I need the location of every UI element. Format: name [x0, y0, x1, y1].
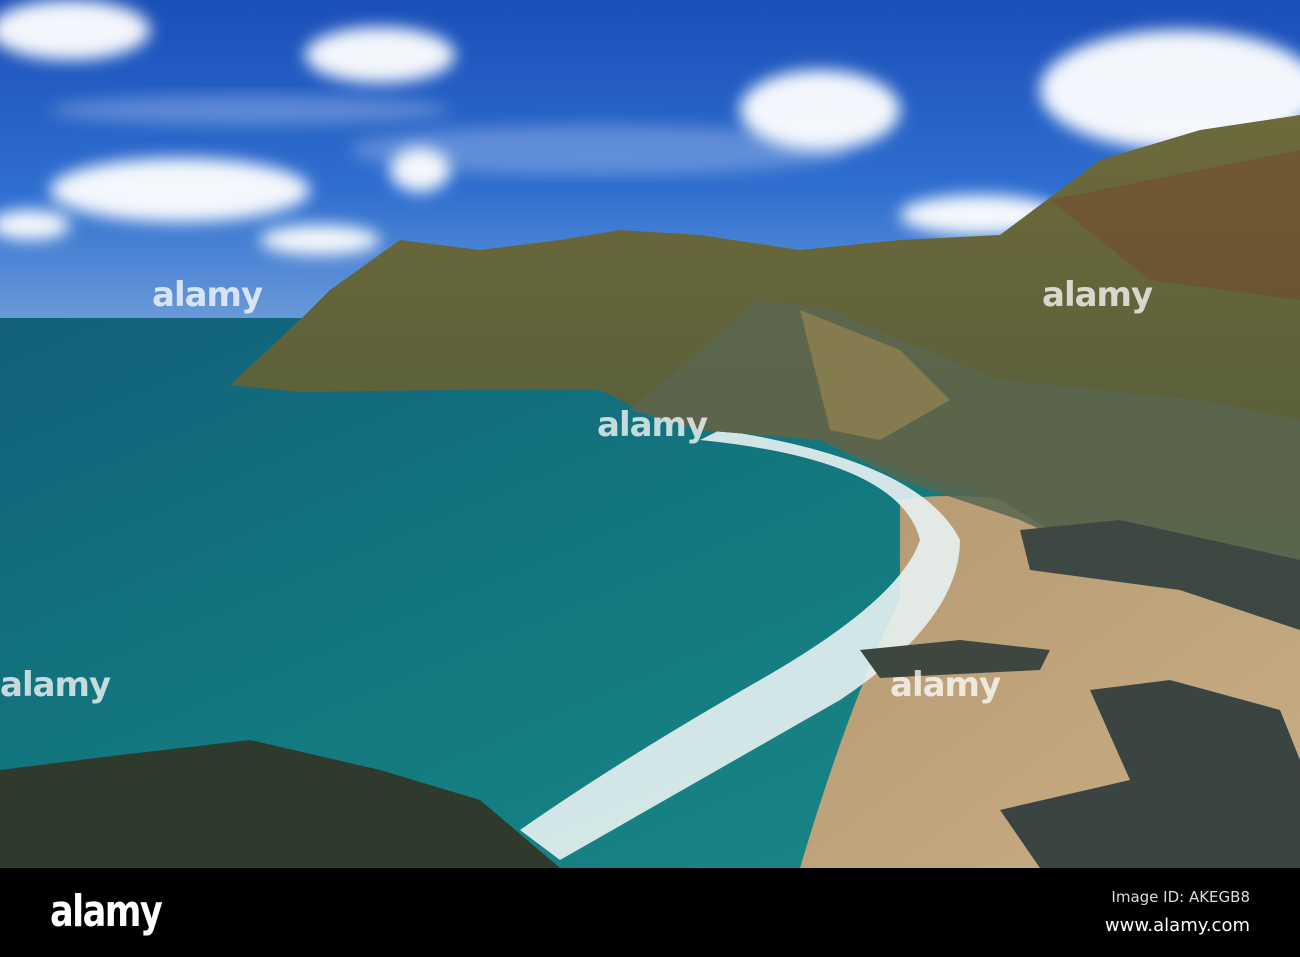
watermark: alamy	[597, 405, 708, 445]
stock-photo-page: alamy alamy alamy alamy alamy alamy Imag…	[0, 0, 1300, 957]
watermark: alamy	[890, 665, 1001, 705]
image-id: Image ID: AKEGB8	[1111, 888, 1250, 906]
site-url[interactable]: www.alamy.com	[1105, 915, 1250, 936]
watermark: alamy	[1042, 275, 1153, 315]
watermark: alamy	[152, 275, 263, 315]
footer-bar: alamy Image ID: AKEGB8 www.alamy.com	[0, 868, 1300, 957]
watermark: alamy	[0, 665, 111, 705]
alamy-logo[interactable]: alamy	[50, 886, 163, 937]
